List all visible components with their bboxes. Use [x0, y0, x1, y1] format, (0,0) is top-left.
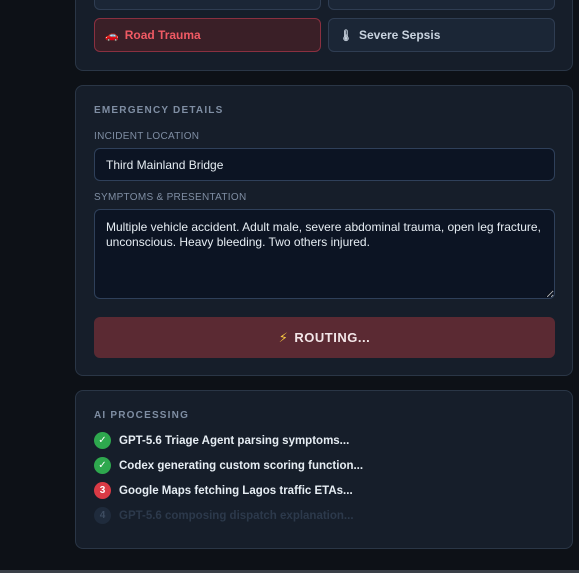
step-text: GPT-5.6 Triage Agent parsing symptoms...	[119, 434, 350, 447]
location-input[interactable]	[94, 148, 555, 181]
incident-type-road-trauma[interactable]: 🚗 Road Trauma	[94, 18, 321, 52]
incident-type-severe-sepsis[interactable]: 🌡 Severe Sepsis	[328, 18, 555, 52]
processing-step: ✓ GPT-5.6 Triage Agent parsing symptoms.…	[94, 432, 349, 449]
incident-type-label: Road Trauma	[124, 28, 201, 42]
car-icon: 🚗	[105, 29, 119, 42]
section-title: EMERGENCY DETAILS	[94, 105, 224, 116]
step-number-badge: 3	[94, 482, 111, 499]
route-button[interactable]: ⚡ ROUTING...	[94, 317, 555, 358]
lightning-icon: ⚡	[278, 329, 289, 345]
emergency-details-panel: EMERGENCY DETAILS INCIDENT LOCATION SYMP…	[75, 85, 573, 376]
incident-type-option-above-right[interactable]	[328, 0, 555, 10]
step-number-badge: 4	[94, 507, 111, 524]
location-label: INCIDENT LOCATION	[94, 131, 200, 142]
step-text: GPT-5.6 composing dispatch explanation..…	[119, 509, 354, 522]
incident-type-option-above-left[interactable]	[94, 0, 321, 10]
check-icon: ✓	[94, 457, 111, 474]
processing-step: 3 Google Maps fetching Lagos traffic ETA…	[94, 482, 353, 499]
symptoms-label: SYMPTOMS & PRESENTATION	[94, 192, 247, 203]
incident-type-panel: 🚗 Road Trauma 🌡 Severe Sepsis	[75, 0, 573, 71]
incident-type-label: Severe Sepsis	[358, 28, 441, 42]
thermometer-icon: 🌡	[339, 29, 353, 42]
check-icon: ✓	[94, 432, 111, 449]
processing-step: ✓ Codex generating custom scoring functi…	[94, 457, 363, 474]
ai-processing-panel: AI PROCESSING ✓ GPT-5.6 Triage Agent par…	[75, 390, 573, 549]
processing-step: 4 GPT-5.6 composing dispatch explanation…	[94, 507, 354, 524]
section-title: AI PROCESSING	[94, 410, 190, 421]
route-button-label: ROUTING...	[294, 330, 371, 345]
symptoms-textarea[interactable]: Multiple vehicle accident. Adult male, s…	[94, 209, 555, 299]
step-text: Codex generating custom scoring function…	[119, 459, 364, 472]
step-text: Google Maps fetching Lagos traffic ETAs.…	[119, 484, 353, 497]
